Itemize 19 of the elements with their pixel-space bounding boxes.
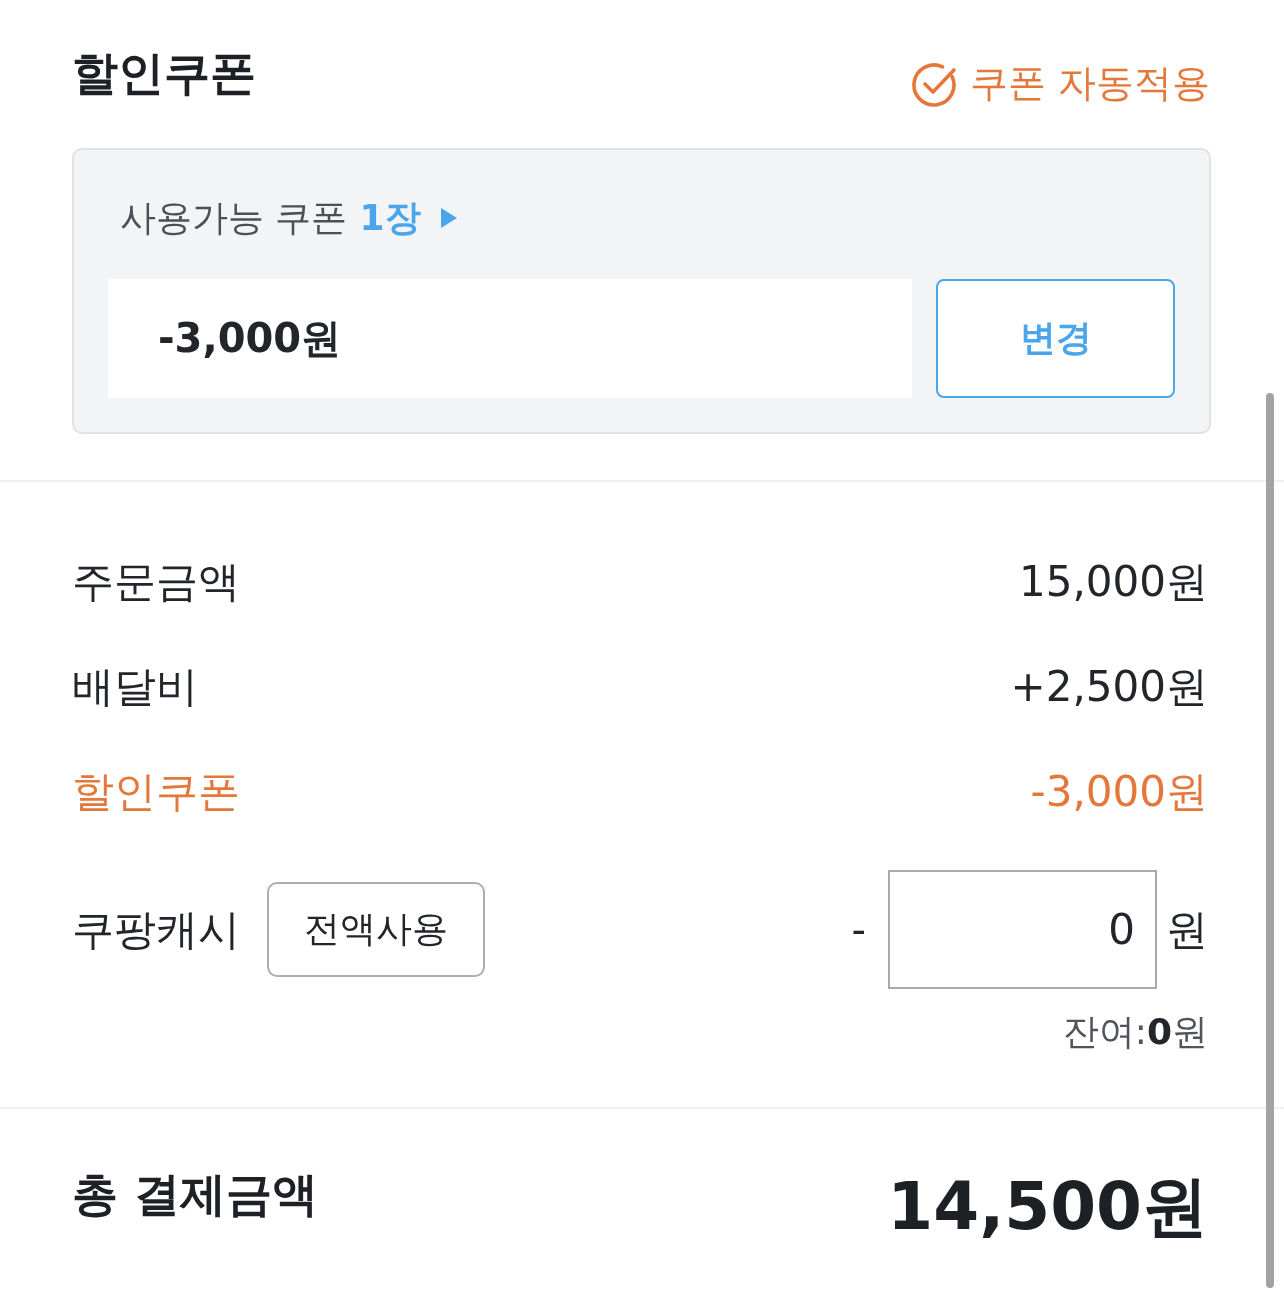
row-amount: +2,500원 [1010, 660, 1208, 713]
section-title: 할인쿠폰 [72, 45, 256, 102]
triangle-right-icon [440, 208, 457, 228]
currency-unit: 원 [1166, 903, 1208, 956]
total-label: 총 결제금액 [72, 1166, 318, 1223]
available-coupons-link[interactable]: 사용가능 쿠폰 1장 [108, 193, 457, 243]
row-label: 할인쿠폰 [72, 765, 240, 818]
use-all-button[interactable]: 전액사용 [267, 882, 485, 977]
row-amount: 15,000원 [1019, 555, 1208, 608]
applied-coupon-field: -3,000원 [108, 279, 912, 398]
row-label: 배달비 [72, 660, 198, 713]
scrollbar-thumb[interactable] [1266, 393, 1274, 1288]
minus-sign: - [851, 906, 866, 953]
cash-label: 쿠팡캐시 [72, 903, 240, 956]
balance-text: 잔여:0원 [1061, 1010, 1208, 1054]
total-amount: 14,500원 [887, 1167, 1208, 1247]
row-label: 주문금액 [72, 555, 240, 608]
cash-amount-input[interactable]: 0 [888, 870, 1157, 989]
row-amount: -3,000원 [1030, 765, 1208, 818]
